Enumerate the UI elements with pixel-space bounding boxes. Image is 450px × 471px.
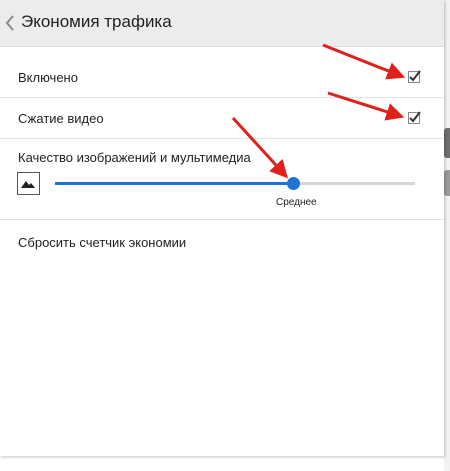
enabled-label: Включено: [18, 70, 78, 85]
divider: [0, 138, 444, 139]
slider-fill: [55, 182, 293, 185]
data-saver-settings-panel: Экономия трафика Включено Сжатие видео К…: [0, 0, 444, 456]
checkmark-icon: [409, 70, 421, 82]
checkmark-icon: [409, 111, 421, 123]
page-title: Экономия трафика: [21, 12, 172, 31]
back-button[interactable]: [2, 10, 18, 36]
underlying-screen-edge: [444, 0, 450, 471]
video-compression-label: Сжатие видео: [18, 111, 104, 126]
slider-thumb[interactable]: [286, 177, 300, 190]
underlying-element: [444, 170, 450, 196]
image-quality-label: Качество изображений и мультимедиа: [18, 150, 251, 165]
divider: [0, 97, 444, 98]
reset-savings-counter-button[interactable]: Сбросить счетчик экономии: [18, 235, 186, 250]
slider-value-label: Среднее: [276, 197, 317, 208]
header-bar: Экономия трафика: [0, 0, 444, 47]
video-compression-checkbox[interactable]: [408, 111, 421, 124]
chevron-left-icon: [5, 15, 14, 31]
image-quality-slider[interactable]: [55, 177, 415, 190]
image-mountains-icon: [17, 172, 40, 195]
divider: [0, 219, 444, 220]
underlying-element: [444, 128, 450, 158]
enabled-checkbox[interactable]: [408, 70, 421, 83]
screen: Экономия трафика Включено Сжатие видео К…: [0, 0, 450, 471]
